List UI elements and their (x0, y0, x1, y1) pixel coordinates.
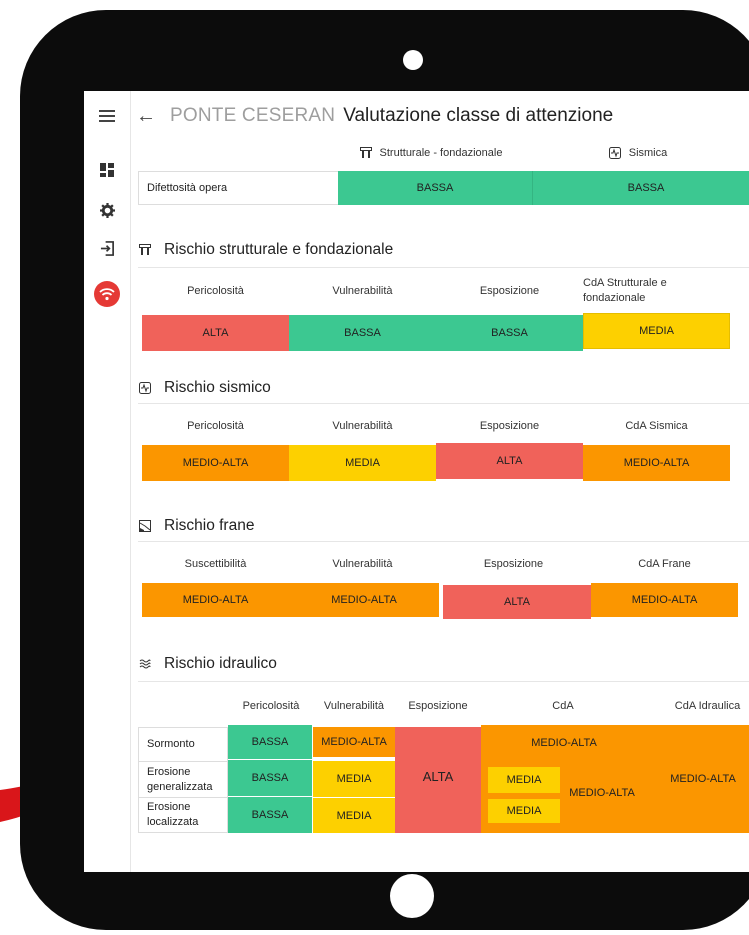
seismic-icon (138, 381, 152, 395)
seismic-icon (608, 147, 621, 159)
idraulico-cda-sormonto: MEDIO-ALTA (481, 725, 647, 761)
logout-icon[interactable] (96, 237, 118, 259)
header-suscettibilita: Suscettibilità (184, 558, 247, 570)
idraulico-cda-erosione-gen: MEDIA (488, 767, 560, 793)
section-strutturale-title: Rischio strutturale e fondazionale (164, 241, 394, 258)
idraulico-cda-erosione-loc: MEDIA (488, 799, 560, 823)
wifi-icon[interactable] (94, 281, 120, 307)
gear-icon[interactable] (96, 199, 118, 221)
defects-strutturale-badge: BASSA (338, 171, 532, 205)
section-strutturale-header: Rischio strutturale e fondazionale (138, 241, 393, 259)
bridge-name: PONTE CESERAN (170, 105, 336, 126)
tablet-frame: ← PONTE CESERAN Valutazione classe di at… (20, 10, 749, 930)
section-sismico-title: Rischio sismico (164, 379, 271, 396)
divider (138, 403, 749, 404)
idraulico-vulnerabilita-erosione-loc: MEDIA (313, 798, 395, 833)
defects-table: Strutturale - fondazionale Sismica Difet… (138, 141, 749, 211)
header-cda-idraulica: CdA Idraulica (674, 700, 741, 712)
app-screen: ← PONTE CESERAN Valutazione classe di at… (84, 91, 749, 872)
back-arrow-icon[interactable]: ← (136, 105, 156, 128)
header-cda-sismica: CdA Sismica (625, 420, 688, 432)
header-esposizione: Esposizione (408, 700, 468, 712)
defects-sismica-badge: BASSA (532, 171, 749, 205)
idraulico-esposizione-badge: ALTA (395, 727, 481, 833)
frane-cda-badge: MEDIO-ALTA (591, 583, 738, 617)
idraulico-pericolosita-sormonto: BASSA (228, 725, 312, 759)
header-vulnerabilita: Vulnerabilità (332, 420, 393, 432)
bridge-structure-icon (359, 147, 372, 159)
header-vulnerabilita: Vulnerabilità (323, 700, 385, 712)
idraulico-pericolosita-erosione-gen: BASSA (228, 760, 312, 796)
idraulico-table: Pericolosità Vulnerabilità Esposizione C… (138, 689, 749, 869)
header-cda: CdA (552, 700, 574, 712)
header-esposizione: Esposizione (483, 558, 544, 570)
strutturale-pericolosita-badge: ALTA (142, 315, 289, 351)
header-pericolosita: Pericolosità (242, 700, 300, 712)
section-sismico-header: Rischio sismico (138, 379, 271, 397)
strutturale-table: Pericolosità Vulnerabilità Esposizione C… (142, 269, 732, 353)
col-sismica-header: Sismica (558, 141, 718, 165)
home-button[interactable] (390, 874, 434, 918)
header-esposizione: Esposizione (479, 285, 540, 297)
sismico-cda-badge: MEDIO-ALTA (583, 445, 730, 481)
header-esposizione: Esposizione (479, 420, 540, 432)
menu-icon[interactable] (96, 105, 118, 127)
section-frane-title: Rischio frane (164, 517, 255, 534)
water-icon (138, 657, 152, 671)
sismico-esposizione-badge: ALTA (436, 443, 583, 479)
top-bar: ← PONTE CESERAN Valutazione classe di at… (136, 99, 613, 133)
page-title: Valutazione classe di attenzione (343, 105, 614, 126)
col-strutturale-label: Strutturale - fondazionale (379, 147, 503, 159)
sismico-vulnerabilita-badge: MEDIA (289, 445, 436, 481)
nav-rail (84, 91, 131, 872)
frane-vulnerabilita-badge: MEDIO-ALTA (289, 583, 439, 617)
landslide-icon (138, 519, 152, 533)
strutturale-esposizione-badge: BASSA (436, 315, 583, 351)
sismico-pericolosita-badge: MEDIO-ALTA (142, 445, 289, 481)
idraulico-cda-erosione: MEDIO-ALTA (569, 787, 635, 799)
strutturale-cda-badge: MEDIA (583, 313, 730, 349)
divider (138, 541, 749, 542)
row-label-sormonto: Sormonto (138, 727, 228, 761)
row-label-erosione-localizzata: Erosione localizzata (138, 797, 228, 833)
idraulico-cda-idraulica: MEDIO-ALTA (647, 725, 749, 833)
row-label-erosione-generalizzata: Erosione generalizzata (138, 761, 228, 797)
idraulico-vulnerabilita-sormonto: MEDIO-ALTA (313, 727, 395, 757)
idraulico-pericolosita-erosione-loc: BASSA (228, 797, 312, 833)
idraulico-vulnerabilita-erosione-gen: MEDIA (313, 761, 395, 797)
header-pericolosita: Pericolosità (187, 420, 244, 432)
frane-suscettibilita-badge: MEDIO-ALTA (142, 583, 289, 617)
header-cda-strutturale: CdA Strutturale e fondazionale (583, 277, 667, 304)
col-strutturale-header: Strutturale - fondazionale (336, 141, 526, 165)
section-idraulico-title: Rischio idraulico (164, 655, 277, 672)
section-idraulico-header: Rischio idraulico (138, 655, 277, 673)
header-vulnerabilita: Vulnerabilità (332, 558, 393, 570)
strutturale-vulnerabilita-badge: BASSA (289, 315, 436, 351)
section-frane-header: Rischio frane (138, 517, 254, 535)
dashboard-icon[interactable] (96, 159, 118, 181)
frane-esposizione-badge: ALTA (443, 585, 591, 619)
col-sismica-label: Sismica (628, 147, 668, 159)
divider (138, 681, 749, 682)
camera-dot (403, 50, 423, 70)
divider (138, 267, 749, 268)
sismico-table: Pericolosità Vulnerabilità Esposizione C… (142, 409, 732, 489)
header-pericolosita: Pericolosità (187, 285, 244, 297)
bridge-structure-icon (138, 243, 152, 257)
header-vulnerabilita: Vulnerabilità (332, 285, 393, 297)
defects-row-label: Difettosità opera (138, 171, 338, 205)
header-cda-frane: CdA Frane (638, 558, 691, 570)
frane-table: Suscettibilità Vulnerabilità Esposizione… (142, 547, 742, 627)
